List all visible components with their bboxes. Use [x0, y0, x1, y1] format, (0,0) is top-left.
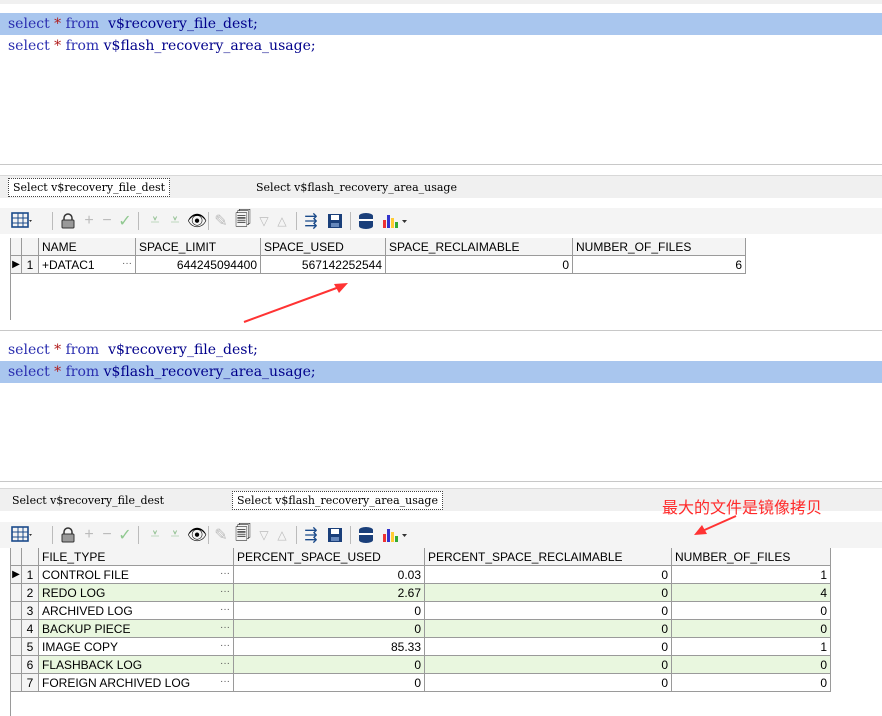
toolbar-separator	[138, 212, 139, 230]
chart-icon[interactable]	[380, 211, 410, 231]
table-row[interactable]: 2 REDO LOG ··· 2.67 0 4	[10, 583, 831, 602]
export-icon[interactable]	[356, 525, 376, 545]
post-icon[interactable]: ✓	[116, 525, 134, 545]
ellipsis-button[interactable]: ···	[220, 640, 230, 651]
toolbar-separator	[52, 526, 53, 544]
col-number-of-files[interactable]: NUMBER_OF_FILES	[671, 548, 831, 566]
toolbar-separator	[350, 526, 351, 544]
chart-icon[interactable]	[380, 525, 410, 545]
toolbar-separator	[52, 212, 53, 230]
result-tabs-top: Select v$recovery_file_dest Select v$fla…	[0, 175, 882, 198]
arrow-annotation-bottom	[694, 515, 737, 535]
ellipsis-button[interactable]: ···	[220, 622, 230, 633]
connect-icon[interactable]: ⇶	[300, 211, 322, 231]
filter-icon[interactable]: ⩡	[146, 211, 164, 231]
toolbar-separator	[208, 526, 209, 544]
grid-view-icon[interactable]	[10, 525, 34, 545]
col-space-limit[interactable]: SPACE_LIMIT	[135, 238, 261, 256]
grid-header-row: NAME SPACE_LIMIT SPACE_USED SPACE_RECLAI…	[10, 238, 746, 256]
connect-icon[interactable]: ⇶	[300, 525, 322, 545]
grid-toolbar-top: + − ✓ ⩡ ⩡ 👁 ✎ 🗐 ▽ △ ⇶	[0, 208, 882, 234]
col-percent-space-reclaimable[interactable]: PERCENT_SPACE_RECLAIMABLE	[424, 548, 672, 566]
filter-icon[interactable]: ⩡	[146, 525, 164, 545]
remove-icon[interactable]: −	[100, 525, 114, 545]
lock-icon[interactable]	[58, 211, 78, 231]
table-row[interactable]: 7 FOREIGN ARCHIVED LOG ··· 0 0 0	[10, 673, 831, 692]
col-name[interactable]: NAME	[38, 238, 136, 256]
find-icon[interactable]: 👁	[187, 211, 207, 231]
save-icon[interactable]	[326, 525, 344, 545]
add-icon[interactable]: +	[82, 211, 96, 231]
tab-flash-recovery-area-usage[interactable]: Select v$flash_recovery_area_usage	[232, 491, 443, 510]
table-row[interactable]: 6 FLASHBACK LOG ··· 0 0 0	[10, 655, 831, 674]
sort-up-icon[interactable]: △	[274, 211, 290, 231]
sql-editor-top[interactable]: select * from v$recovery_file_dest; sele…	[0, 4, 882, 165]
sql-line-2[interactable]: select * from v$flash_recovery_area_usag…	[0, 35, 882, 57]
toolbar-separator	[208, 212, 209, 230]
ellipsis-button[interactable]: ···	[220, 658, 230, 669]
clear-icon[interactable]: ✎	[212, 525, 230, 545]
table-row[interactable]: 3 ARCHIVED LOG ··· 0 0 0	[10, 601, 831, 620]
clear-icon[interactable]: ✎	[212, 211, 230, 231]
sort-down-icon[interactable]: ▽	[256, 211, 272, 231]
ellipsis-button[interactable]: ···	[220, 604, 230, 615]
toolbar-separator	[296, 212, 297, 230]
row-indicator-icon: ▶	[10, 255, 22, 274]
ellipsis-button[interactable]: ···	[220, 586, 230, 597]
row-indicator-icon: ▶	[10, 565, 22, 584]
lock-icon[interactable]	[58, 525, 78, 545]
post-icon[interactable]: ✓	[116, 211, 134, 231]
col-file-type[interactable]: FILE_TYPE	[38, 548, 234, 566]
sort-up-icon[interactable]: △	[274, 525, 290, 545]
sql-line-1[interactable]: select * from v$recovery_file_dest;	[0, 339, 882, 361]
ellipsis-button[interactable]: ···	[220, 676, 230, 687]
add-icon[interactable]: +	[82, 525, 96, 545]
query-icon[interactable]: 🗐	[234, 525, 252, 545]
grid-view-icon[interactable]	[10, 211, 34, 231]
grid-header-row: FILE_TYPE PERCENT_SPACE_USED PERCENT_SPA…	[10, 548, 831, 566]
save-icon[interactable]	[326, 211, 344, 231]
tab-recovery-file-dest[interactable]: Select v$recovery_file_dest	[8, 492, 168, 509]
tab-recovery-file-dest[interactable]: Select v$recovery_file_dest	[8, 178, 171, 197]
col-space-used[interactable]: SPACE_USED	[260, 238, 386, 256]
result-grid-top: NAME SPACE_LIMIT SPACE_USED SPACE_RECLAI…	[10, 238, 746, 274]
ellipsis-button[interactable]: ···	[122, 258, 132, 269]
toolbar-separator	[138, 526, 139, 544]
col-number-of-files[interactable]: NUMBER_OF_FILES	[572, 238, 746, 256]
sql-line-1[interactable]: select * from v$recovery_file_dest;	[0, 13, 882, 35]
table-row[interactable]: ▶ 1 +DATAC1 ··· 644245094400 567142252544…	[10, 255, 746, 274]
ellipsis-button[interactable]: ···	[220, 568, 230, 579]
table-row[interactable]: ▶ 1 CONTROL FILE ··· 0.03 0 1	[10, 565, 831, 584]
remove-icon[interactable]: −	[100, 211, 114, 231]
query-icon[interactable]: 🗐	[234, 211, 252, 231]
sql-editor-bottom[interactable]: select * from v$recovery_file_dest; sele…	[0, 330, 882, 482]
arrow-annotation-top	[243, 283, 348, 323]
tab-flash-recovery-area-usage[interactable]: Select v$flash_recovery_area_usage	[252, 179, 461, 196]
table-row[interactable]: 4 BACKUP PIECE ··· 0 0 0	[10, 619, 831, 638]
filter-clear-icon[interactable]: ⩡	[166, 211, 184, 231]
find-icon[interactable]: 👁	[187, 525, 207, 545]
filter-clear-icon[interactable]: ⩡	[166, 525, 184, 545]
toolbar-separator	[350, 212, 351, 230]
col-percent-space-used[interactable]: PERCENT_SPACE_USED	[233, 548, 425, 566]
sort-down-icon[interactable]: ▽	[256, 525, 272, 545]
col-space-reclaimable[interactable]: SPACE_RECLAIMABLE	[385, 238, 573, 256]
sql-line-2[interactable]: select * from v$flash_recovery_area_usag…	[0, 361, 882, 383]
table-row[interactable]: 5 IMAGE COPY ··· 85.33 0 1	[10, 637, 831, 656]
toolbar-separator	[296, 526, 297, 544]
export-icon[interactable]	[356, 211, 376, 231]
cell-name[interactable]: +DATAC1 ···	[38, 255, 136, 274]
result-grid-bottom: FILE_TYPE PERCENT_SPACE_USED PERCENT_SPA…	[10, 548, 831, 692]
